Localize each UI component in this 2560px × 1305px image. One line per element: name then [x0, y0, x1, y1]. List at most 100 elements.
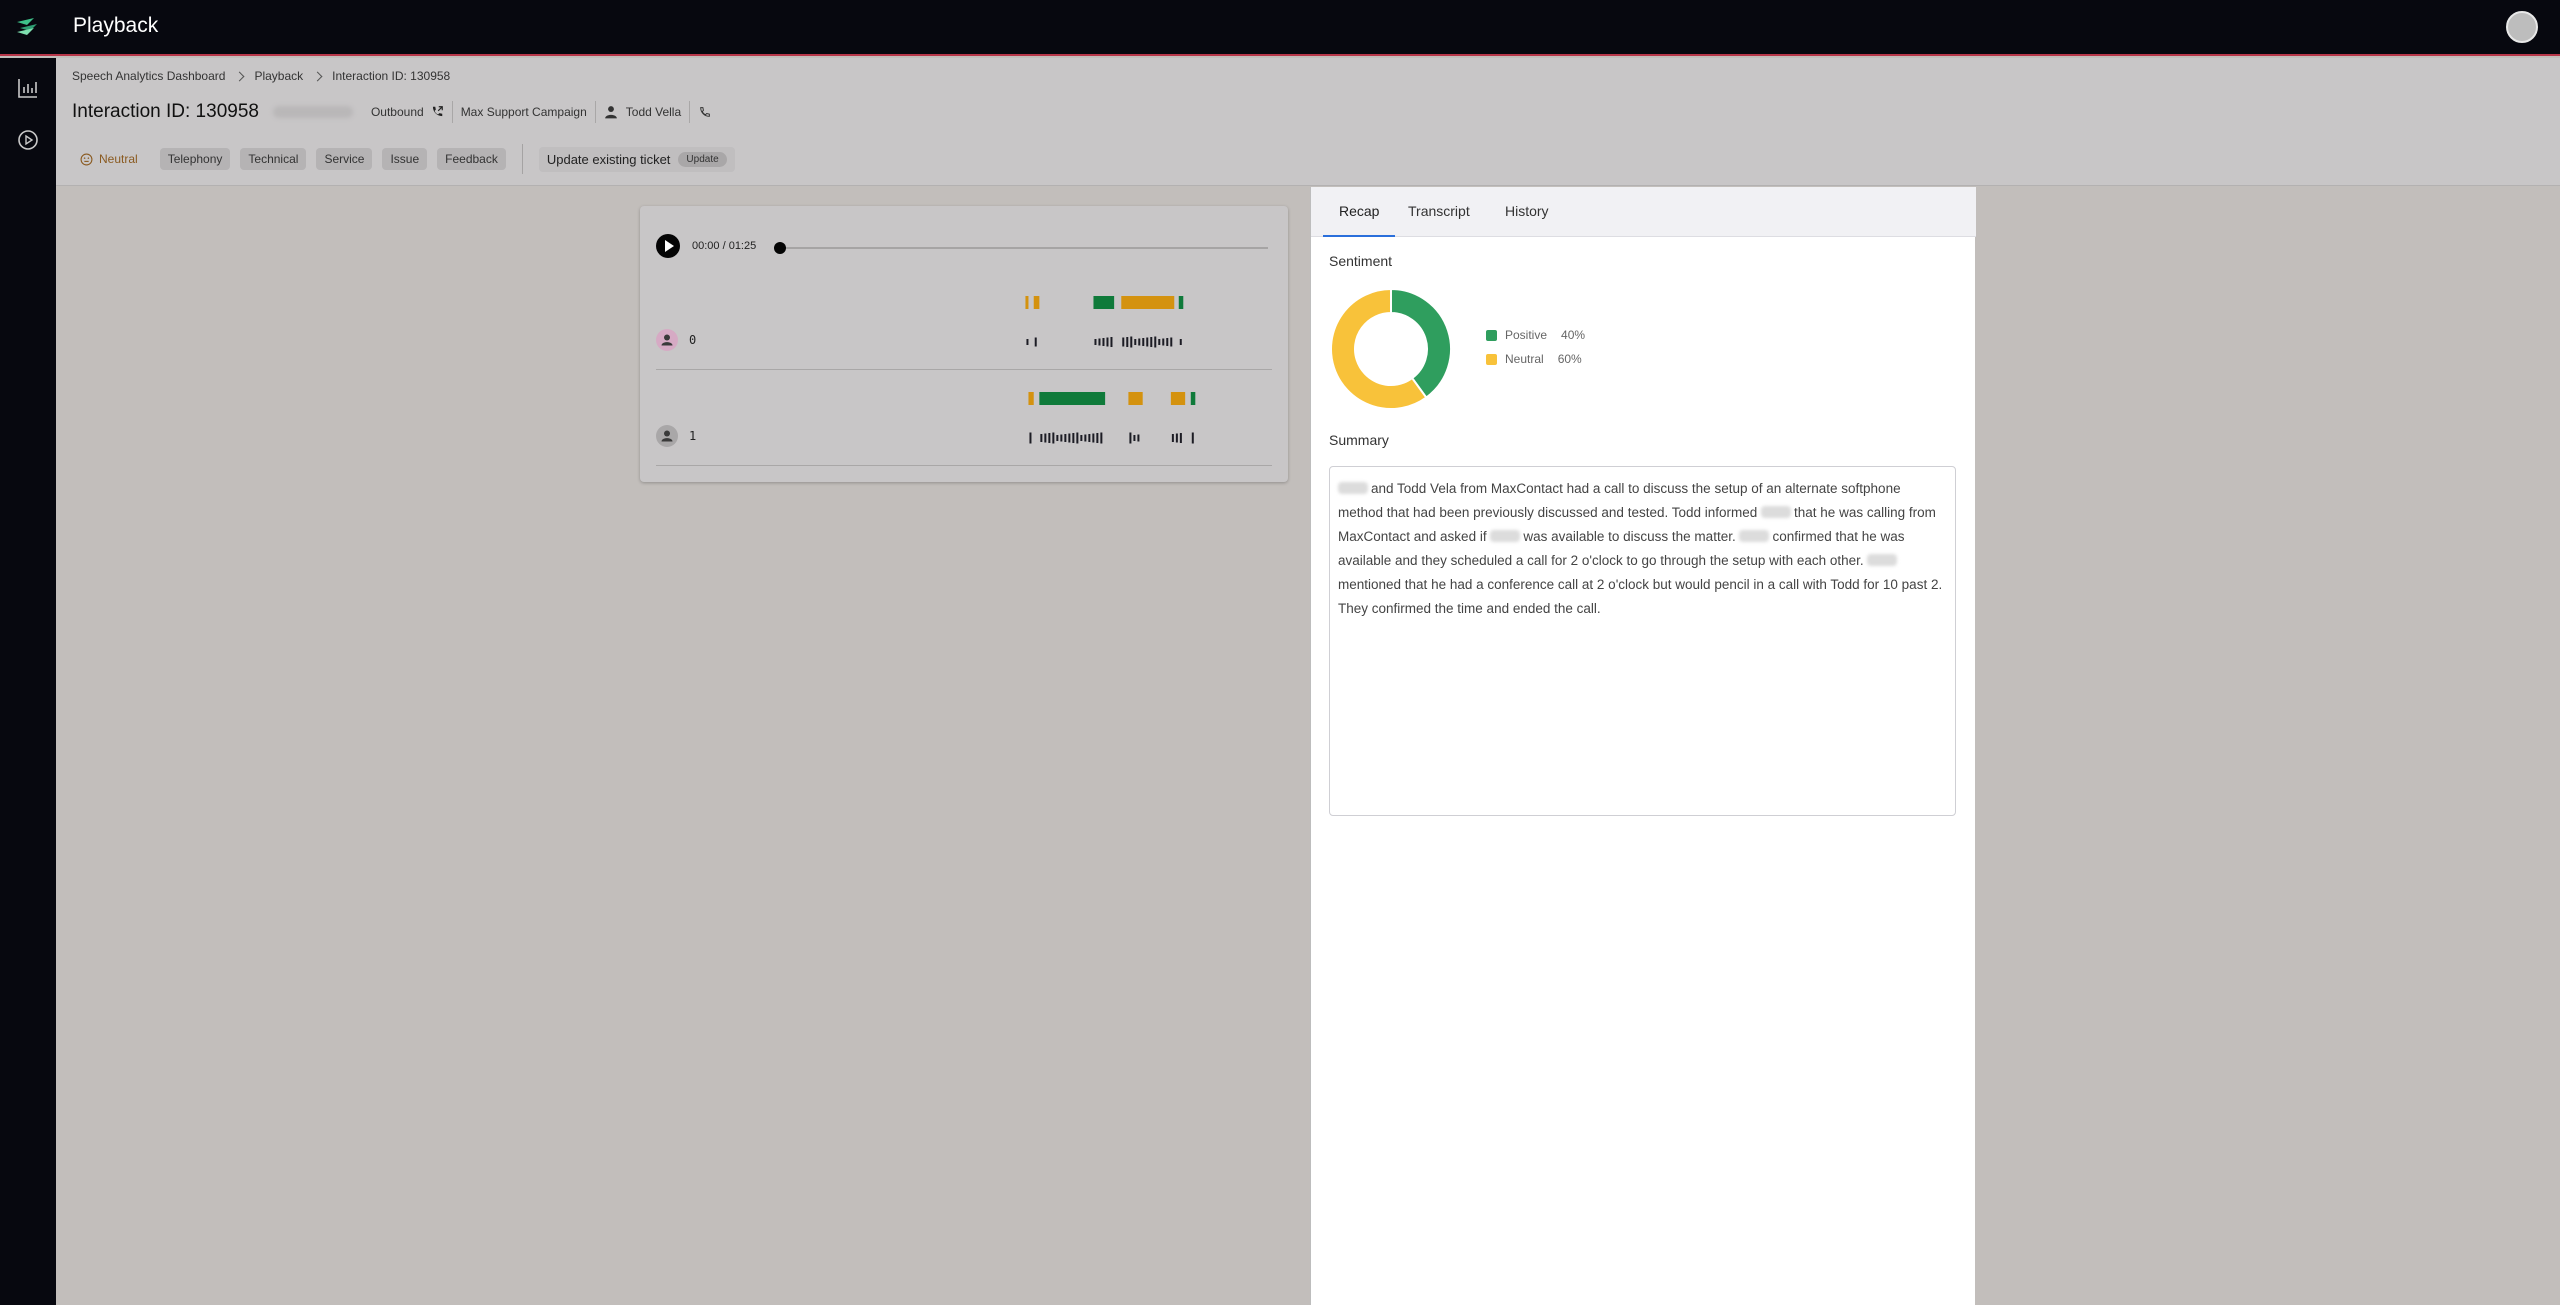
app-title: Playback: [73, 14, 159, 37]
top-bar: Playback: [0, 0, 2560, 56]
waveform-bar: [1072, 433, 1075, 443]
track-divider: [656, 369, 1272, 370]
left-nav: [0, 58, 56, 1305]
waveform-bar: [1096, 433, 1099, 443]
summary-part-4: mentioned that he had a conference call …: [1338, 577, 1943, 616]
legend-positive: Positive 40%: [1486, 328, 1585, 342]
sentiment-segment: [1033, 296, 1040, 309]
waveform-bar: [1130, 336, 1133, 348]
waveform-bar: [1044, 433, 1047, 443]
sentiment-label: Neutral: [99, 152, 138, 166]
waveform-bar: [1034, 337, 1037, 347]
waveform-bar: [1146, 337, 1149, 347]
tag-telephony[interactable]: Telephony: [159, 148, 231, 170]
waveform-bar: [1133, 435, 1136, 441]
sentiment-segment: [1039, 392, 1106, 405]
analytics-chart-icon[interactable]: [16, 76, 40, 100]
outbound-call-icon: [432, 106, 443, 117]
waveform-bar: [1179, 433, 1182, 443]
waveform-bar: [1088, 434, 1091, 442]
tag-row: Neutral Telephony Technical Service Issu…: [80, 144, 735, 174]
sentiment-segment: [1190, 392, 1196, 405]
tab-transcript[interactable]: Transcript: [1392, 187, 1486, 237]
sentiment-segment: [1025, 296, 1029, 309]
direction-item: Outbound: [363, 101, 452, 123]
speaker-0-waveform[interactable]: [640, 328, 1288, 388]
waveform-bar: [1126, 337, 1129, 347]
playback-icon[interactable]: [16, 128, 40, 152]
call-link-item[interactable]: [689, 101, 719, 123]
legend-neutral-value: 60%: [1557, 352, 1582, 366]
phone-link-icon[interactable]: [698, 106, 711, 119]
waveform-bar: [1166, 338, 1169, 346]
scrub-track[interactable]: [780, 247, 1268, 249]
waveform-bar: [1094, 339, 1097, 345]
waveform-bar: [1068, 433, 1071, 443]
page-title: Interaction ID: 130958: [72, 101, 259, 122]
tab-recap[interactable]: Recap: [1323, 187, 1396, 237]
waveform-bar: [1106, 337, 1109, 347]
waveform-bar: [1134, 339, 1137, 345]
breadcrumb-dashboard[interactable]: Speech Analytics Dashboard: [72, 69, 225, 83]
user-avatar[interactable]: [2506, 11, 2538, 43]
tag-issue[interactable]: Issue: [382, 148, 428, 170]
scrub-handle[interactable]: [774, 242, 786, 254]
campaign-label: Max Support Campaign: [460, 105, 587, 119]
playback-time: 00:00 / 01:25: [692, 240, 757, 252]
tab-history[interactable]: History: [1489, 187, 1565, 237]
main-area: [56, 187, 2560, 1305]
interaction-header: Speech Analytics Dashboard Playback Inte…: [56, 58, 2560, 186]
legend-positive-value: 40%: [1561, 328, 1586, 342]
waveform-bar: [1100, 432, 1103, 444]
waveform-bar: [1026, 339, 1029, 345]
waveform-bar: [1029, 432, 1032, 444]
sentiment-segment: [1170, 392, 1186, 405]
waveform-bar: [1175, 433, 1178, 443]
redacted-name: [1867, 554, 1898, 567]
waveform-bar: [1056, 435, 1059, 441]
ticket-box: Update existing ticket Update: [538, 146, 735, 172]
legend-swatch-positive: [1486, 329, 1497, 341]
tag-technical[interactable]: Technical: [240, 148, 307, 170]
waveform-bar: [1137, 434, 1140, 442]
redacted-name: [1490, 530, 1521, 543]
divider: [521, 144, 523, 174]
breadcrumb: Speech Analytics Dashboard Playback Inte…: [72, 69, 450, 83]
chevron-right-icon: [312, 71, 323, 81]
recap-panel: Recap Transcript History Sentiment Posit…: [1310, 187, 1976, 1305]
maxcontact-logo-icon[interactable]: [14, 16, 40, 38]
waveform-bar: [1064, 434, 1067, 442]
tag-service[interactable]: Service: [316, 148, 373, 170]
waveform-bar: [1110, 337, 1113, 347]
track-divider: [656, 465, 1272, 466]
redacted-name: [1739, 530, 1770, 543]
redacted-phone-number: [272, 106, 353, 118]
waveform-bar: [1060, 434, 1063, 442]
waveform-bar: [1080, 435, 1083, 441]
play-button[interactable]: [656, 234, 680, 258]
waveform-bar: [1098, 338, 1101, 346]
breadcrumb-playback[interactable]: Playback: [254, 69, 303, 83]
waveform-bar: [1048, 433, 1051, 443]
sentiment-segment: [1028, 392, 1034, 405]
waveform-bar: [1102, 338, 1105, 346]
waveform-bar: [1170, 337, 1173, 347]
campaign-item: Max Support Campaign: [451, 101, 595, 123]
redacted-name: [1338, 482, 1368, 495]
tag-feedback[interactable]: Feedback: [437, 148, 506, 170]
legend-neutral: Neutral 60%: [1486, 352, 1582, 366]
speaker-1-waveform[interactable]: [640, 424, 1288, 484]
agent-name: Todd Vella: [625, 105, 682, 119]
sentiment-title: Sentiment: [1329, 253, 1393, 269]
waveform-bar: [1158, 339, 1161, 345]
waveform-bar: [1171, 434, 1174, 442]
sentiment-tag: Neutral: [80, 152, 138, 166]
legend-neutral-label: Neutral: [1505, 352, 1544, 366]
agent-item: Todd Vella: [594, 101, 689, 123]
update-ticket-button[interactable]: Update: [678, 151, 727, 167]
sentiment-segment: [1093, 296, 1115, 309]
waveform-bar: [1138, 338, 1141, 346]
chevron-right-icon: [234, 71, 245, 81]
user-icon: [604, 106, 617, 119]
waveform-bar: [1092, 433, 1095, 443]
